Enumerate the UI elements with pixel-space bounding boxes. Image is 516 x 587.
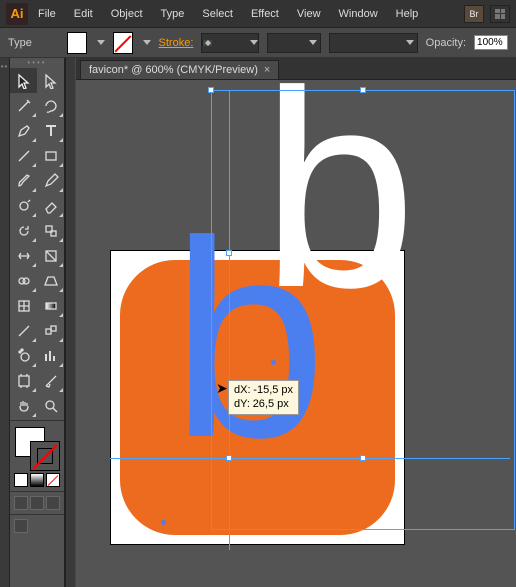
canvas[interactable]: b b ➤ dX: -15,5 px dY: 26,5 px bbox=[76, 80, 516, 587]
close-icon[interactable]: × bbox=[264, 64, 270, 76]
anchor-point bbox=[161, 520, 166, 525]
draw-normal-button[interactable] bbox=[14, 496, 28, 510]
line-tool[interactable] bbox=[10, 143, 37, 168]
blob-brush-tool[interactable] bbox=[10, 193, 37, 218]
brush-tool[interactable] bbox=[10, 168, 37, 193]
rectangle-tool[interactable] bbox=[37, 143, 64, 168]
stroke-weight-input[interactable] bbox=[201, 33, 259, 53]
control-bar: Type Stroke: Opacity: bbox=[0, 28, 516, 58]
slice-tool[interactable] bbox=[37, 368, 64, 393]
shape-builder-tool[interactable] bbox=[10, 268, 37, 293]
stroke-swatch[interactable] bbox=[113, 32, 133, 54]
gradient-mode-button[interactable] bbox=[30, 473, 44, 487]
panel-dock-divider[interactable] bbox=[65, 58, 75, 587]
context-label: Type bbox=[8, 37, 32, 49]
toolbox-grip[interactable]: •••• bbox=[10, 58, 64, 68]
free-transform-tool[interactable] bbox=[37, 243, 64, 268]
selection-handle[interactable] bbox=[226, 455, 232, 461]
chevron-down-icon bbox=[250, 40, 258, 45]
workspace: favicon* @ 600% (CMYK/Preview) × b b ➤ d… bbox=[76, 58, 516, 587]
document-tab-strip: favicon* @ 600% (CMYK/Preview) × bbox=[76, 58, 516, 80]
zoom-tool[interactable] bbox=[37, 393, 64, 418]
blend-tool[interactable] bbox=[37, 318, 64, 343]
selection-bounding-box bbox=[211, 90, 515, 530]
move-cursor-icon: ➤ bbox=[216, 380, 228, 397]
color-mode-button[interactable] bbox=[14, 473, 28, 487]
rotate-tool[interactable] bbox=[10, 218, 37, 243]
menu-object[interactable]: Object bbox=[103, 5, 151, 23]
smart-guide-vertical bbox=[229, 90, 230, 550]
draw-inside-button[interactable] bbox=[46, 496, 60, 510]
stroke-weight-field[interactable] bbox=[212, 37, 248, 49]
graph-tool[interactable] bbox=[37, 343, 64, 368]
smart-guide-horizontal bbox=[110, 458, 510, 459]
bridge-button[interactable]: Br bbox=[464, 5, 484, 23]
selection-handle[interactable] bbox=[208, 87, 214, 93]
magic-wand-tool[interactable] bbox=[10, 93, 37, 118]
gradient-tool[interactable] bbox=[37, 293, 64, 318]
chevron-down-icon bbox=[406, 40, 414, 45]
fill-stroke-swatches[interactable] bbox=[10, 425, 64, 471]
eraser-tool[interactable] bbox=[37, 193, 64, 218]
selection-handle[interactable] bbox=[226, 250, 232, 256]
hand-tool[interactable] bbox=[10, 393, 37, 418]
eyedropper-tool[interactable] bbox=[10, 318, 37, 343]
lasso-tool[interactable] bbox=[37, 93, 64, 118]
chevron-down-icon bbox=[143, 40, 151, 45]
direct-selection-tool[interactable] bbox=[37, 68, 64, 93]
document-tab-title: favicon* @ 600% (CMYK/Preview) bbox=[89, 64, 258, 76]
app-logo-icon: Ai bbox=[6, 3, 28, 25]
mesh-tool[interactable] bbox=[10, 293, 37, 318]
width-tool[interactable] bbox=[10, 243, 37, 268]
menu-edit[interactable]: Edit bbox=[66, 5, 101, 23]
left-rails: •• •••• bbox=[0, 58, 75, 587]
opacity-label: Opacity: bbox=[426, 37, 466, 49]
menu-help[interactable]: Help bbox=[388, 5, 427, 23]
perspective-tool[interactable] bbox=[37, 268, 64, 293]
stroke-color-swatch[interactable] bbox=[30, 441, 60, 471]
menu-file[interactable]: File bbox=[30, 5, 64, 23]
grid-icon bbox=[495, 9, 505, 19]
screen-mode-button[interactable] bbox=[14, 519, 28, 533]
artboard-tool[interactable] bbox=[10, 368, 37, 393]
fill-swatch[interactable] bbox=[67, 32, 87, 54]
menu-window[interactable]: Window bbox=[331, 5, 386, 23]
menu-effect[interactable]: Effect bbox=[243, 5, 287, 23]
draw-behind-button[interactable] bbox=[30, 496, 44, 510]
variable-width-profile-dropdown[interactable] bbox=[267, 33, 321, 53]
menu-bar: Ai File Edit Object Type Select Effect V… bbox=[0, 0, 516, 28]
scale-tool[interactable] bbox=[37, 218, 64, 243]
menu-view[interactable]: View bbox=[289, 5, 329, 23]
document-tab[interactable]: favicon* @ 600% (CMYK/Preview) × bbox=[80, 60, 279, 79]
type-tool[interactable] bbox=[37, 118, 64, 143]
selection-handle[interactable] bbox=[360, 455, 366, 461]
symbol-sprayer-tool[interactable] bbox=[10, 343, 37, 368]
selection-tool[interactable] bbox=[10, 68, 37, 93]
anchor-point bbox=[271, 360, 276, 365]
panel-dock-left[interactable]: •• bbox=[0, 58, 10, 587]
pencil-tool[interactable] bbox=[37, 168, 64, 193]
selection-handle[interactable] bbox=[360, 87, 366, 93]
opacity-input[interactable] bbox=[474, 35, 508, 50]
chevron-down-icon bbox=[97, 40, 105, 45]
stroke-label[interactable]: Stroke: bbox=[159, 37, 194, 49]
pen-tool[interactable] bbox=[10, 118, 37, 143]
none-mode-button[interactable] bbox=[46, 473, 60, 487]
toolbox: •••• bbox=[10, 58, 65, 587]
brush-definition-dropdown[interactable] bbox=[329, 33, 418, 53]
arrange-documents-button[interactable] bbox=[490, 5, 510, 23]
menu-type[interactable]: Type bbox=[153, 5, 193, 23]
menu-select[interactable]: Select bbox=[194, 5, 241, 23]
measurement-tooltip: dX: -15,5 px dY: 26,5 px bbox=[228, 380, 299, 415]
chevron-down-icon bbox=[309, 40, 317, 45]
